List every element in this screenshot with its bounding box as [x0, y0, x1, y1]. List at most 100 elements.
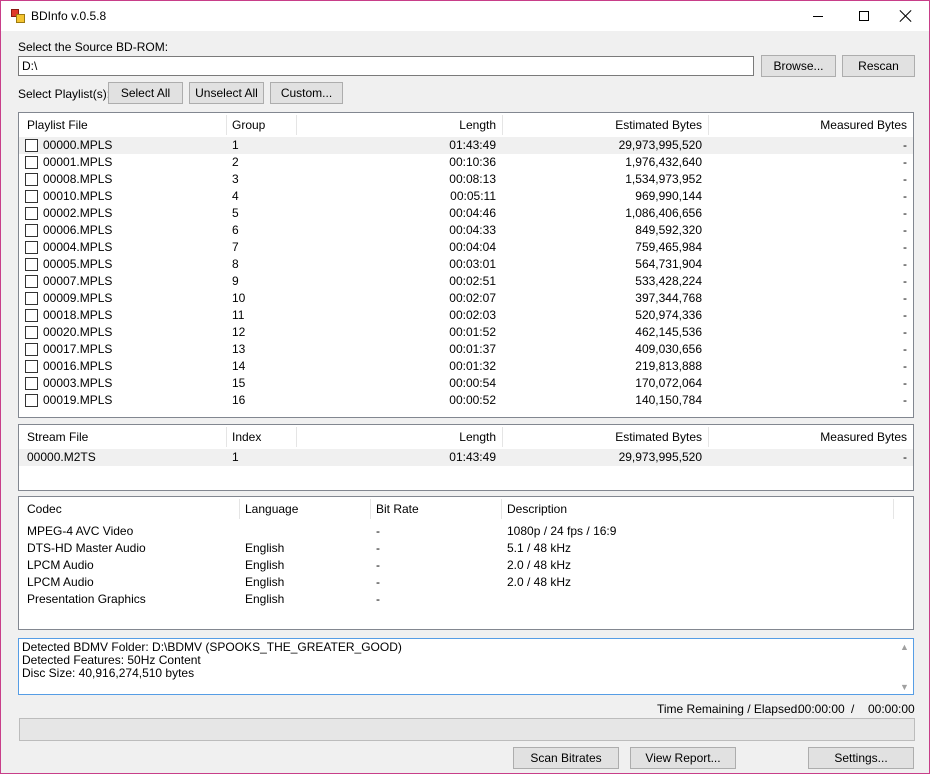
playlist-row[interactable]: 00008.MPLS 3 00:08:13 1,534,973,952 - — [19, 171, 913, 188]
col-stream-file[interactable]: Stream File — [21, 425, 227, 449]
col-measured-bytes[interactable]: Measured Bytes — [708, 113, 913, 137]
custom-button[interactable]: Custom... — [270, 82, 343, 104]
playlist-row[interactable]: 00002.MPLS 5 00:04:46 1,086,406,656 - — [19, 205, 913, 222]
codec-description: 2.0 / 48 kHz — [507, 575, 572, 589]
col-language[interactable]: Language — [239, 497, 370, 521]
col-index[interactable]: Index — [226, 425, 296, 449]
playlist-checkbox[interactable] — [25, 292, 38, 305]
playlist-measured-bytes: - — [903, 325, 907, 339]
playlist-group: 10 — [232, 291, 246, 305]
codec-language: English — [245, 558, 285, 572]
stream-row[interactable]: 00000.M2TS 1 01:43:49 29,973,995,520 - — [19, 449, 913, 466]
playlist-row[interactable]: 00003.MPLS 15 00:00:54 170,072,064 - — [19, 375, 913, 392]
view-report-button[interactable]: View Report... — [630, 747, 736, 769]
info-scrollbar[interactable]: ▲ ▼ — [896, 639, 913, 694]
playlist-row[interactable]: 00017.MPLS 13 00:01:37 409,030,656 - — [19, 341, 913, 358]
col-codec[interactable]: Codec — [21, 497, 239, 521]
playlist-row[interactable]: 00006.MPLS 6 00:04:33 849,592,320 - — [19, 222, 913, 239]
stream-estimated-bytes: 29,973,995,520 — [618, 450, 702, 464]
playlist-checkbox[interactable] — [25, 258, 38, 271]
codec-bit-rate: - — [376, 541, 380, 555]
stream-file: 00000.M2TS — [27, 450, 96, 464]
playlist-checkbox[interactable] — [25, 309, 38, 322]
playlist-checkbox[interactable] — [25, 394, 38, 407]
playlist-measured-bytes: - — [903, 359, 907, 373]
minimize-button[interactable] — [795, 1, 841, 31]
playlist-checkbox[interactable] — [25, 241, 38, 254]
codec-row[interactable]: MPEG-4 AVC Video - 1080p / 24 fps / 16:9 — [19, 523, 913, 540]
playlist-checkbox[interactable] — [25, 343, 38, 356]
playlist-file: 00003.MPLS — [43, 376, 113, 390]
col-bit-rate[interactable]: Bit Rate — [370, 497, 501, 521]
codec-bit-rate: - — [376, 575, 380, 589]
stream-list[interactable]: Stream File Index Length Estimated Bytes… — [18, 424, 914, 491]
codec-row[interactable]: Presentation Graphics English - — [19, 591, 913, 608]
playlist-checkbox[interactable] — [25, 360, 38, 373]
unselect-all-button[interactable]: Unselect All — [189, 82, 264, 104]
col-stream-measured[interactable]: Measured Bytes — [708, 425, 913, 449]
close-button[interactable] — [883, 1, 929, 31]
playlist-checkbox[interactable] — [25, 156, 38, 169]
playlist-group: 4 — [232, 189, 239, 203]
scroll-down-icon[interactable]: ▼ — [900, 681, 909, 694]
codec-list[interactable]: Codec Language Bit Rate Description MPEG… — [18, 496, 914, 630]
disc-info-textbox[interactable]: Detected BDMV Folder: D:\BDMV (SPOOKS_TH… — [18, 638, 914, 695]
playlist-checkbox[interactable] — [25, 326, 38, 339]
scan-bitrates-button[interactable]: Scan Bitrates — [513, 747, 619, 769]
playlist-measured-bytes: - — [903, 206, 907, 220]
codec-row[interactable]: LPCM Audio English - 2.0 / 48 kHz — [19, 574, 913, 591]
codec-name: LPCM Audio — [27, 575, 94, 589]
playlist-estimated-bytes: 397,344,768 — [635, 291, 702, 305]
col-stream-estimated[interactable]: Estimated Bytes — [502, 425, 708, 449]
playlist-checkbox[interactable] — [25, 207, 38, 220]
codec-row[interactable]: LPCM Audio English - 2.0 / 48 kHz — [19, 557, 913, 574]
playlist-row[interactable]: 00020.MPLS 12 00:01:52 462,145,536 - — [19, 324, 913, 341]
playlist-estimated-bytes: 409,030,656 — [635, 342, 702, 356]
playlist-list[interactable]: Playlist File Group Length Estimated Byt… — [18, 112, 914, 418]
playlist-length: 00:04:46 — [449, 206, 496, 220]
playlist-checkbox[interactable] — [25, 139, 38, 152]
rescan-button[interactable]: Rescan — [842, 55, 915, 77]
playlist-checkbox[interactable] — [25, 275, 38, 288]
playlist-checkbox[interactable] — [25, 173, 38, 186]
playlist-row[interactable]: 00016.MPLS 14 00:01:32 219,813,888 - — [19, 358, 913, 375]
playlist-file: 00004.MPLS — [43, 240, 113, 254]
playlist-estimated-bytes: 219,813,888 — [635, 359, 702, 373]
col-stream-length[interactable]: Length — [296, 425, 502, 449]
source-path-input[interactable]: D:\ — [18, 56, 754, 76]
playlist-group: 3 — [232, 172, 239, 186]
maximize-button[interactable] — [841, 1, 887, 31]
col-description[interactable]: Description — [501, 497, 893, 521]
playlist-row[interactable]: 00010.MPLS 4 00:05:11 969,990,144 - — [19, 188, 913, 205]
select-all-button[interactable]: Select All — [108, 82, 183, 104]
playlist-checkbox[interactable] — [25, 224, 38, 237]
playlist-label: Select Playlist(s): — [18, 87, 111, 101]
browse-button[interactable]: Browse... — [761, 55, 836, 77]
playlist-length: 00:00:52 — [449, 393, 496, 407]
playlist-row[interactable]: 00001.MPLS 2 00:10:36 1,976,432,640 - — [19, 154, 913, 171]
playlist-checkbox[interactable] — [25, 377, 38, 390]
playlist-row[interactable]: 00009.MPLS 10 00:02:07 397,344,768 - — [19, 290, 913, 307]
playlist-file: 00019.MPLS — [43, 393, 113, 407]
playlist-estimated-bytes: 140,150,784 — [635, 393, 702, 407]
playlist-row[interactable]: 00007.MPLS 9 00:02:51 533,428,224 - — [19, 273, 913, 290]
col-length[interactable]: Length — [296, 113, 502, 137]
playlist-measured-bytes: - — [903, 291, 907, 305]
playlist-checkbox[interactable] — [25, 190, 38, 203]
playlist-row[interactable]: 00019.MPLS 16 00:00:52 140,150,784 - — [19, 392, 913, 409]
col-group[interactable]: Group — [226, 113, 296, 137]
playlist-row[interactable]: 00000.MPLS 1 01:43:49 29,973,995,520 - — [19, 137, 913, 154]
playlist-row[interactable]: 00004.MPLS 7 00:04:04 759,465,984 - — [19, 239, 913, 256]
playlist-row[interactable]: 00018.MPLS 11 00:02:03 520,974,336 - — [19, 307, 913, 324]
scroll-up-icon[interactable]: ▲ — [900, 641, 909, 654]
stream-header: Stream File Index Length Estimated Bytes… — [19, 425, 913, 449]
playlist-file: 00007.MPLS — [43, 274, 113, 288]
col-playlist-file[interactable]: Playlist File — [21, 113, 227, 137]
codec-row[interactable]: DTS-HD Master Audio English - 5.1 / 48 kHz — [19, 540, 913, 557]
playlist-row[interactable]: 00005.MPLS 8 00:03:01 564,731,904 - — [19, 256, 913, 273]
col-estimated-bytes[interactable]: Estimated Bytes — [502, 113, 708, 137]
playlist-measured-bytes: - — [903, 138, 907, 152]
playlist-group: 5 — [232, 206, 239, 220]
settings-button[interactable]: Settings... — [808, 747, 914, 769]
playlist-length: 00:02:51 — [449, 274, 496, 288]
